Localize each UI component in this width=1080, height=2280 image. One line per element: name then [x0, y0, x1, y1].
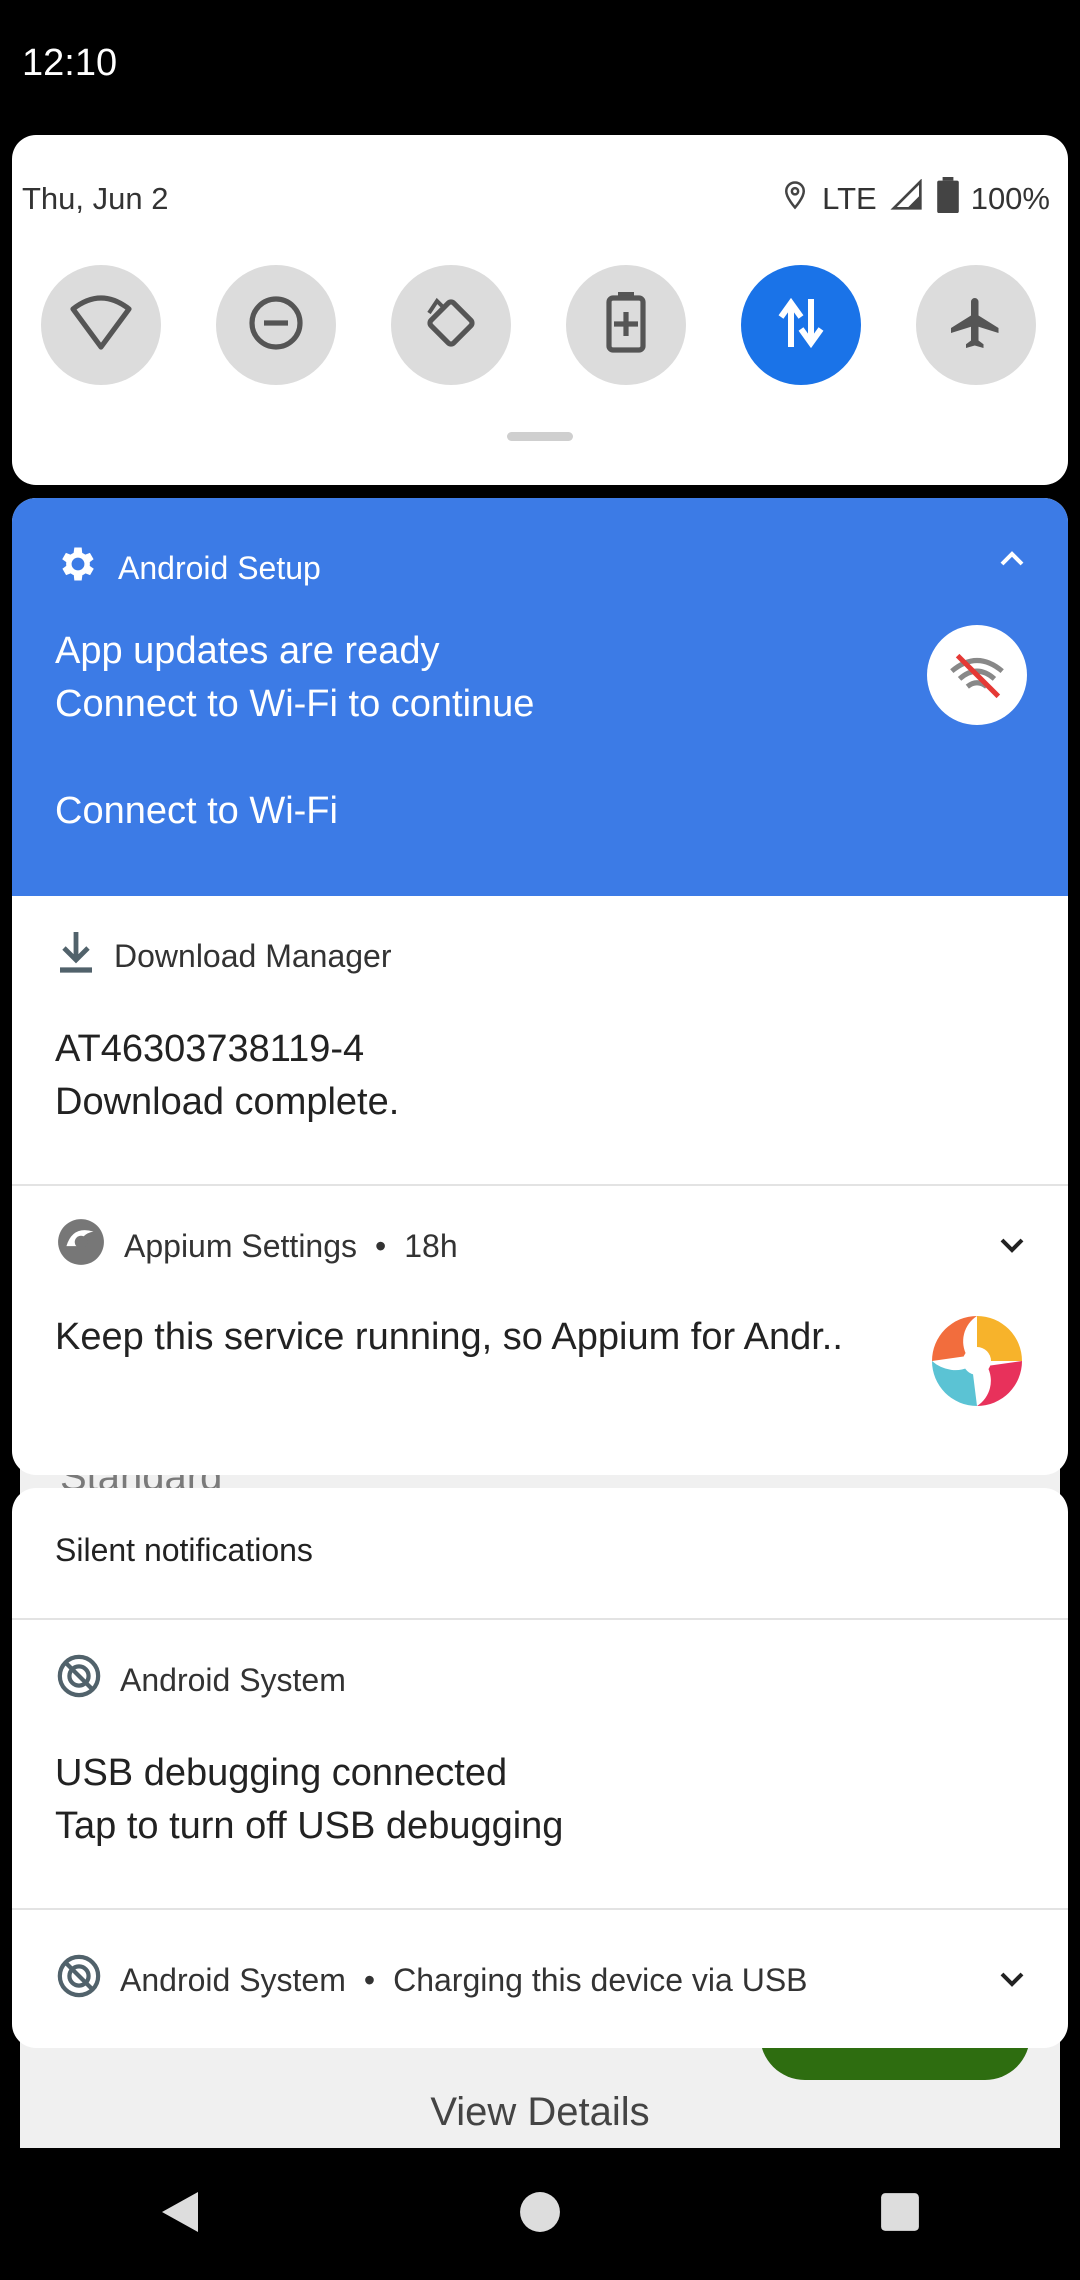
wifi-icon — [69, 295, 133, 356]
appium-logo-icon — [927, 1311, 1027, 1411]
notification-title: USB debugging connected — [55, 1752, 508, 1794]
silent-notifications-group: Silent notifications Android System USB … — [12, 1488, 1068, 2048]
drag-handle[interactable] — [507, 432, 573, 441]
appium-settings-notification[interactable]: Appium Settings • 18h Keep this service … — [12, 1184, 1068, 1475]
separator-dot: • — [363, 1961, 376, 1998]
android-system-icon — [56, 1953, 102, 2007]
network-type: LTE — [822, 181, 877, 216]
notification-header: Android System — [56, 1650, 346, 1710]
view-details-link[interactable]: View Details — [0, 2090, 1080, 2135]
chevron-up-icon[interactable] — [1000, 550, 1024, 571]
download-icon — [56, 930, 96, 982]
notification-header: Appium Settings • 18h — [56, 1216, 458, 1276]
android-system-icon — [56, 1653, 102, 1707]
battery-icon — [936, 177, 959, 221]
tile-mobile-data[interactable] — [741, 265, 861, 385]
home-icon — [519, 2191, 561, 2238]
date-label[interactable]: Thu, Jun 2 — [22, 181, 168, 217]
app-name: Android System — [120, 1661, 346, 1698]
usb-debugging-notification[interactable]: Android System USB debugging connected T… — [12, 1618, 1068, 1908]
quick-settings-panel: Thu, Jun 2 LTE 100% — [12, 135, 1068, 485]
chevron-down-icon[interactable] — [1000, 1972, 1024, 1993]
status-icons: LTE 100% — [780, 177, 1050, 221]
android-setup-notification[interactable]: Android Setup App updates are ready Conn… — [12, 498, 1068, 896]
do-not-disturb-icon — [246, 293, 306, 358]
wifi-off-icon — [927, 625, 1027, 725]
recents-button[interactable] — [820, 2164, 980, 2264]
notification-header: Android System • Charging this device vi… — [56, 1950, 808, 2010]
airplane-icon — [946, 293, 1006, 358]
connect-wifi-button[interactable]: Connect to Wi-Fi — [55, 790, 338, 833]
clock: 12:10 — [22, 42, 118, 84]
gear-icon — [56, 542, 100, 594]
appium-icon — [56, 1217, 106, 1275]
notification-header: Download Manager — [56, 926, 392, 986]
back-icon — [158, 2188, 202, 2241]
battery-saver-icon — [606, 291, 646, 359]
download-manager-notification[interactable]: Download Manager AT46303738119-4 Downloa… — [12, 896, 1068, 1184]
notification-header: Android Setup — [56, 538, 321, 598]
notification-text: Connect to Wi-Fi to continue — [55, 683, 535, 725]
signal-icon — [889, 178, 925, 219]
auto-rotate-icon — [421, 293, 481, 358]
tile-battery-saver[interactable] — [566, 265, 686, 385]
tile-wifi[interactable] — [41, 265, 161, 385]
notification-group: Android Setup App updates are ready Conn… — [12, 498, 1068, 1475]
back-button[interactable] — [100, 2164, 260, 2264]
app-name: Android System — [120, 1961, 346, 1998]
chevron-down-icon[interactable] — [1000, 1238, 1024, 1259]
battery-percent: 100% — [970, 181, 1050, 216]
status-bar: 12:10 — [0, 0, 1080, 135]
separator-dot: • — [375, 1227, 387, 1264]
notification-text: Charging this device via USB — [393, 1961, 808, 1998]
navigation-bar — [0, 2148, 1080, 2280]
notification-time: 18h — [404, 1227, 458, 1264]
notification-text: Download complete. — [55, 1081, 400, 1123]
tile-airplane-mode[interactable] — [916, 265, 1036, 385]
app-name: Download Manager — [114, 937, 392, 974]
app-name: Android Setup — [118, 549, 321, 586]
location-icon — [780, 178, 810, 220]
tile-do-not-disturb[interactable] — [216, 265, 336, 385]
silent-header: Silent notifications — [12, 1488, 1068, 1618]
notification-text: Tap to turn off USB debugging — [55, 1805, 564, 1847]
section-title: Silent notifications — [55, 1532, 313, 1568]
notification-text: Keep this service running, so Appium for… — [55, 1316, 843, 1358]
notification-title: App updates are ready — [55, 630, 440, 672]
home-button[interactable] — [460, 2164, 620, 2264]
app-name: Appium Settings — [124, 1227, 358, 1264]
charging-notification[interactable]: Android System • Charging this device vi… — [12, 1908, 1068, 2048]
tile-auto-rotate[interactable] — [391, 265, 511, 385]
mobile-data-icon — [775, 295, 827, 356]
notification-title: AT46303738119-4 — [55, 1028, 365, 1070]
recents-icon — [879, 2191, 921, 2238]
